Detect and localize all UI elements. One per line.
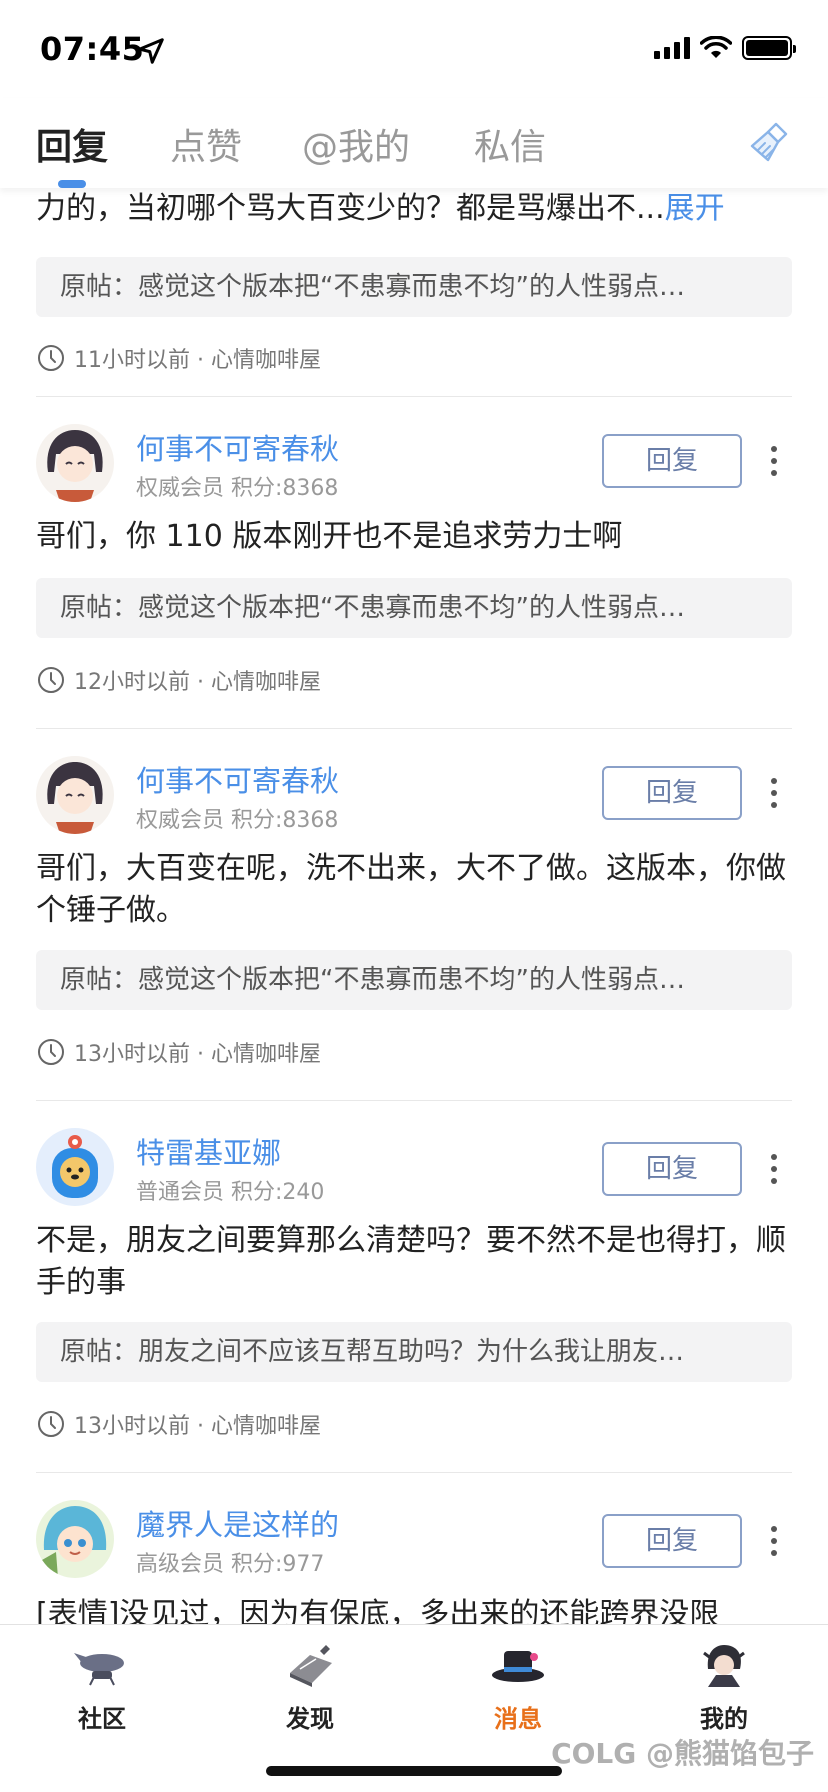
reply-button[interactable]: 回复	[602, 766, 742, 820]
username[interactable]: 何事不可寄春秋	[136, 426, 339, 468]
reply-button[interactable]: 回复	[602, 1142, 742, 1196]
reply-item: 何事不可寄春秋 权威会员 积分:8368 回复 哥们，你 110 版本刚开也不是…	[36, 424, 792, 724]
original-post-quote[interactable]: 原帖：朋友之间不应该互帮互助吗？为什么我让朋友…	[36, 1322, 792, 1382]
divider	[36, 1472, 792, 1473]
reply-meta: 13小时以前 · 心情咖啡屋	[36, 1036, 321, 1068]
reply-time: 13小时以前 · 心情咖啡屋	[74, 1042, 321, 1067]
avatar[interactable]	[36, 1128, 114, 1206]
reply-feed[interactable]: 力的，当初哪个骂大百变少的？都是骂爆出不...展开 原帖：感觉这个版本把“不患寡…	[0, 188, 828, 1624]
nav-messages[interactable]: 消息	[458, 1643, 578, 1734]
member-level: 权威会员 积分:8368	[136, 808, 339, 833]
home-indicator[interactable]	[266, 1766, 562, 1776]
message-tabs: 回复 点赞 @我的 私信	[0, 98, 828, 188]
reply-meta: 12小时以前 · 心情咖啡屋	[36, 664, 321, 696]
clock-icon	[38, 667, 64, 693]
reply-content: 哥们，你 110 版本刚开也不是追求劳力士啊	[36, 519, 623, 554]
original-post-quote[interactable]: 原帖：感觉这个版本把“不患寡而患不均”的人性弱点…	[36, 257, 792, 317]
profile-character-icon	[703, 1645, 745, 1687]
reply-content: 哥们，大百变在呢，洗不出来，大不了做。这版本，你做个锤子做。	[36, 851, 786, 928]
reply-item: 魔界人是这样的 高级会员 积分:977 回复 [表情]没见过，因为有保底，多出来…	[36, 1500, 792, 1624]
reply-button[interactable]: 回复	[602, 1514, 742, 1568]
clock-icon	[38, 1039, 64, 1065]
reply-item: 何事不可寄春秋 权威会员 积分:8368 回复 哥们，大百变在呢，洗不出来，大不…	[36, 756, 792, 1096]
tab-likes[interactable]: 点赞	[170, 118, 242, 170]
reply-content: 不是，朋友之间要算那么清楚吗？要不然不是也得打，顺手的事	[36, 1223, 786, 1300]
nav-discover[interactable]: 发现	[250, 1643, 370, 1734]
original-post-quote[interactable]: 原帖：感觉这个版本把“不患寡而患不均”的人性弱点…	[36, 950, 792, 1010]
tab-private-messages[interactable]: 私信	[474, 118, 546, 170]
divider	[36, 728, 792, 729]
messages-hat-icon	[492, 1651, 544, 1682]
avatar[interactable]	[36, 756, 114, 834]
reply-time: 13小时以前 · 心情咖啡屋	[74, 1414, 321, 1439]
more-options-icon[interactable]	[756, 766, 792, 820]
wifi-icon	[700, 36, 732, 58]
username[interactable]: 特雷基亚娜	[136, 1130, 281, 1172]
more-options-icon[interactable]	[756, 1142, 792, 1196]
more-options-icon[interactable]	[756, 434, 792, 488]
status-time: 07:45	[40, 30, 145, 68]
tab-reply[interactable]: 回复	[36, 118, 108, 170]
expand-link[interactable]: 展开	[665, 191, 725, 226]
original-post-quote[interactable]: 原帖：感觉这个版本把“不患寡而患不均”的人性弱点…	[36, 578, 792, 638]
tab-mentions[interactable]: @我的	[302, 118, 410, 170]
community-airship-icon	[74, 1653, 124, 1686]
reply-time: 12小时以前 · 心情咖啡屋	[74, 670, 321, 695]
nav-label: 社区	[78, 1705, 126, 1733]
status-indicators	[654, 36, 796, 60]
divider	[36, 1100, 792, 1101]
reply-button[interactable]: 回复	[602, 434, 742, 488]
username[interactable]: 魔界人是这样的	[136, 1502, 339, 1544]
cellular-signal-icon	[654, 37, 690, 59]
avatar[interactable]	[36, 1500, 114, 1578]
member-level: 权威会员 积分:8368	[136, 476, 339, 501]
watermark: COLG @熊猫馅包子	[551, 1737, 814, 1770]
reply-meta: 13小时以前 · 心情咖啡屋	[36, 1408, 321, 1440]
reply-content: 力的，当初哪个骂大百变少的？都是骂爆出不...展开	[36, 191, 725, 226]
divider	[36, 396, 792, 397]
reply-time: 11小时以前 · 心情咖啡屋	[74, 348, 321, 373]
username[interactable]: 何事不可寄春秋	[136, 758, 339, 800]
clear-broom-icon[interactable]	[746, 120, 792, 166]
clock-icon	[38, 1411, 64, 1437]
clock-icon	[38, 345, 64, 371]
member-level: 高级会员 积分:977	[136, 1552, 325, 1577]
reply-content: [表情]没见过，因为有保底，多出来的还能跨界没限	[36, 1597, 720, 1624]
avatar[interactable]	[36, 424, 114, 502]
member-level: 普通会员 积分:240	[136, 1180, 325, 1205]
battery-icon	[742, 36, 796, 60]
reply-item: 力的，当初哪个骂大百变少的？都是骂爆出不...展开 原帖：感觉这个版本把“不患寡…	[36, 188, 792, 373]
nav-label: 消息	[494, 1705, 542, 1733]
status-bar: 07:45	[0, 0, 828, 98]
discover-book-icon	[290, 1645, 332, 1687]
more-options-icon[interactable]	[756, 1514, 792, 1568]
nav-label: 我的	[700, 1705, 748, 1733]
reply-meta: 11小时以前 · 心情咖啡屋	[36, 342, 321, 374]
location-arrow-icon	[138, 38, 164, 64]
nav-label: 发现	[286, 1705, 334, 1733]
reply-item: 特雷基亚娜 普通会员 积分:240 回复 不是，朋友之间要算那么清楚吗？要不然不…	[36, 1128, 792, 1468]
nav-community[interactable]: 社区	[42, 1643, 162, 1734]
active-tab-indicator	[58, 180, 86, 188]
nav-profile[interactable]: 我的	[664, 1643, 784, 1734]
